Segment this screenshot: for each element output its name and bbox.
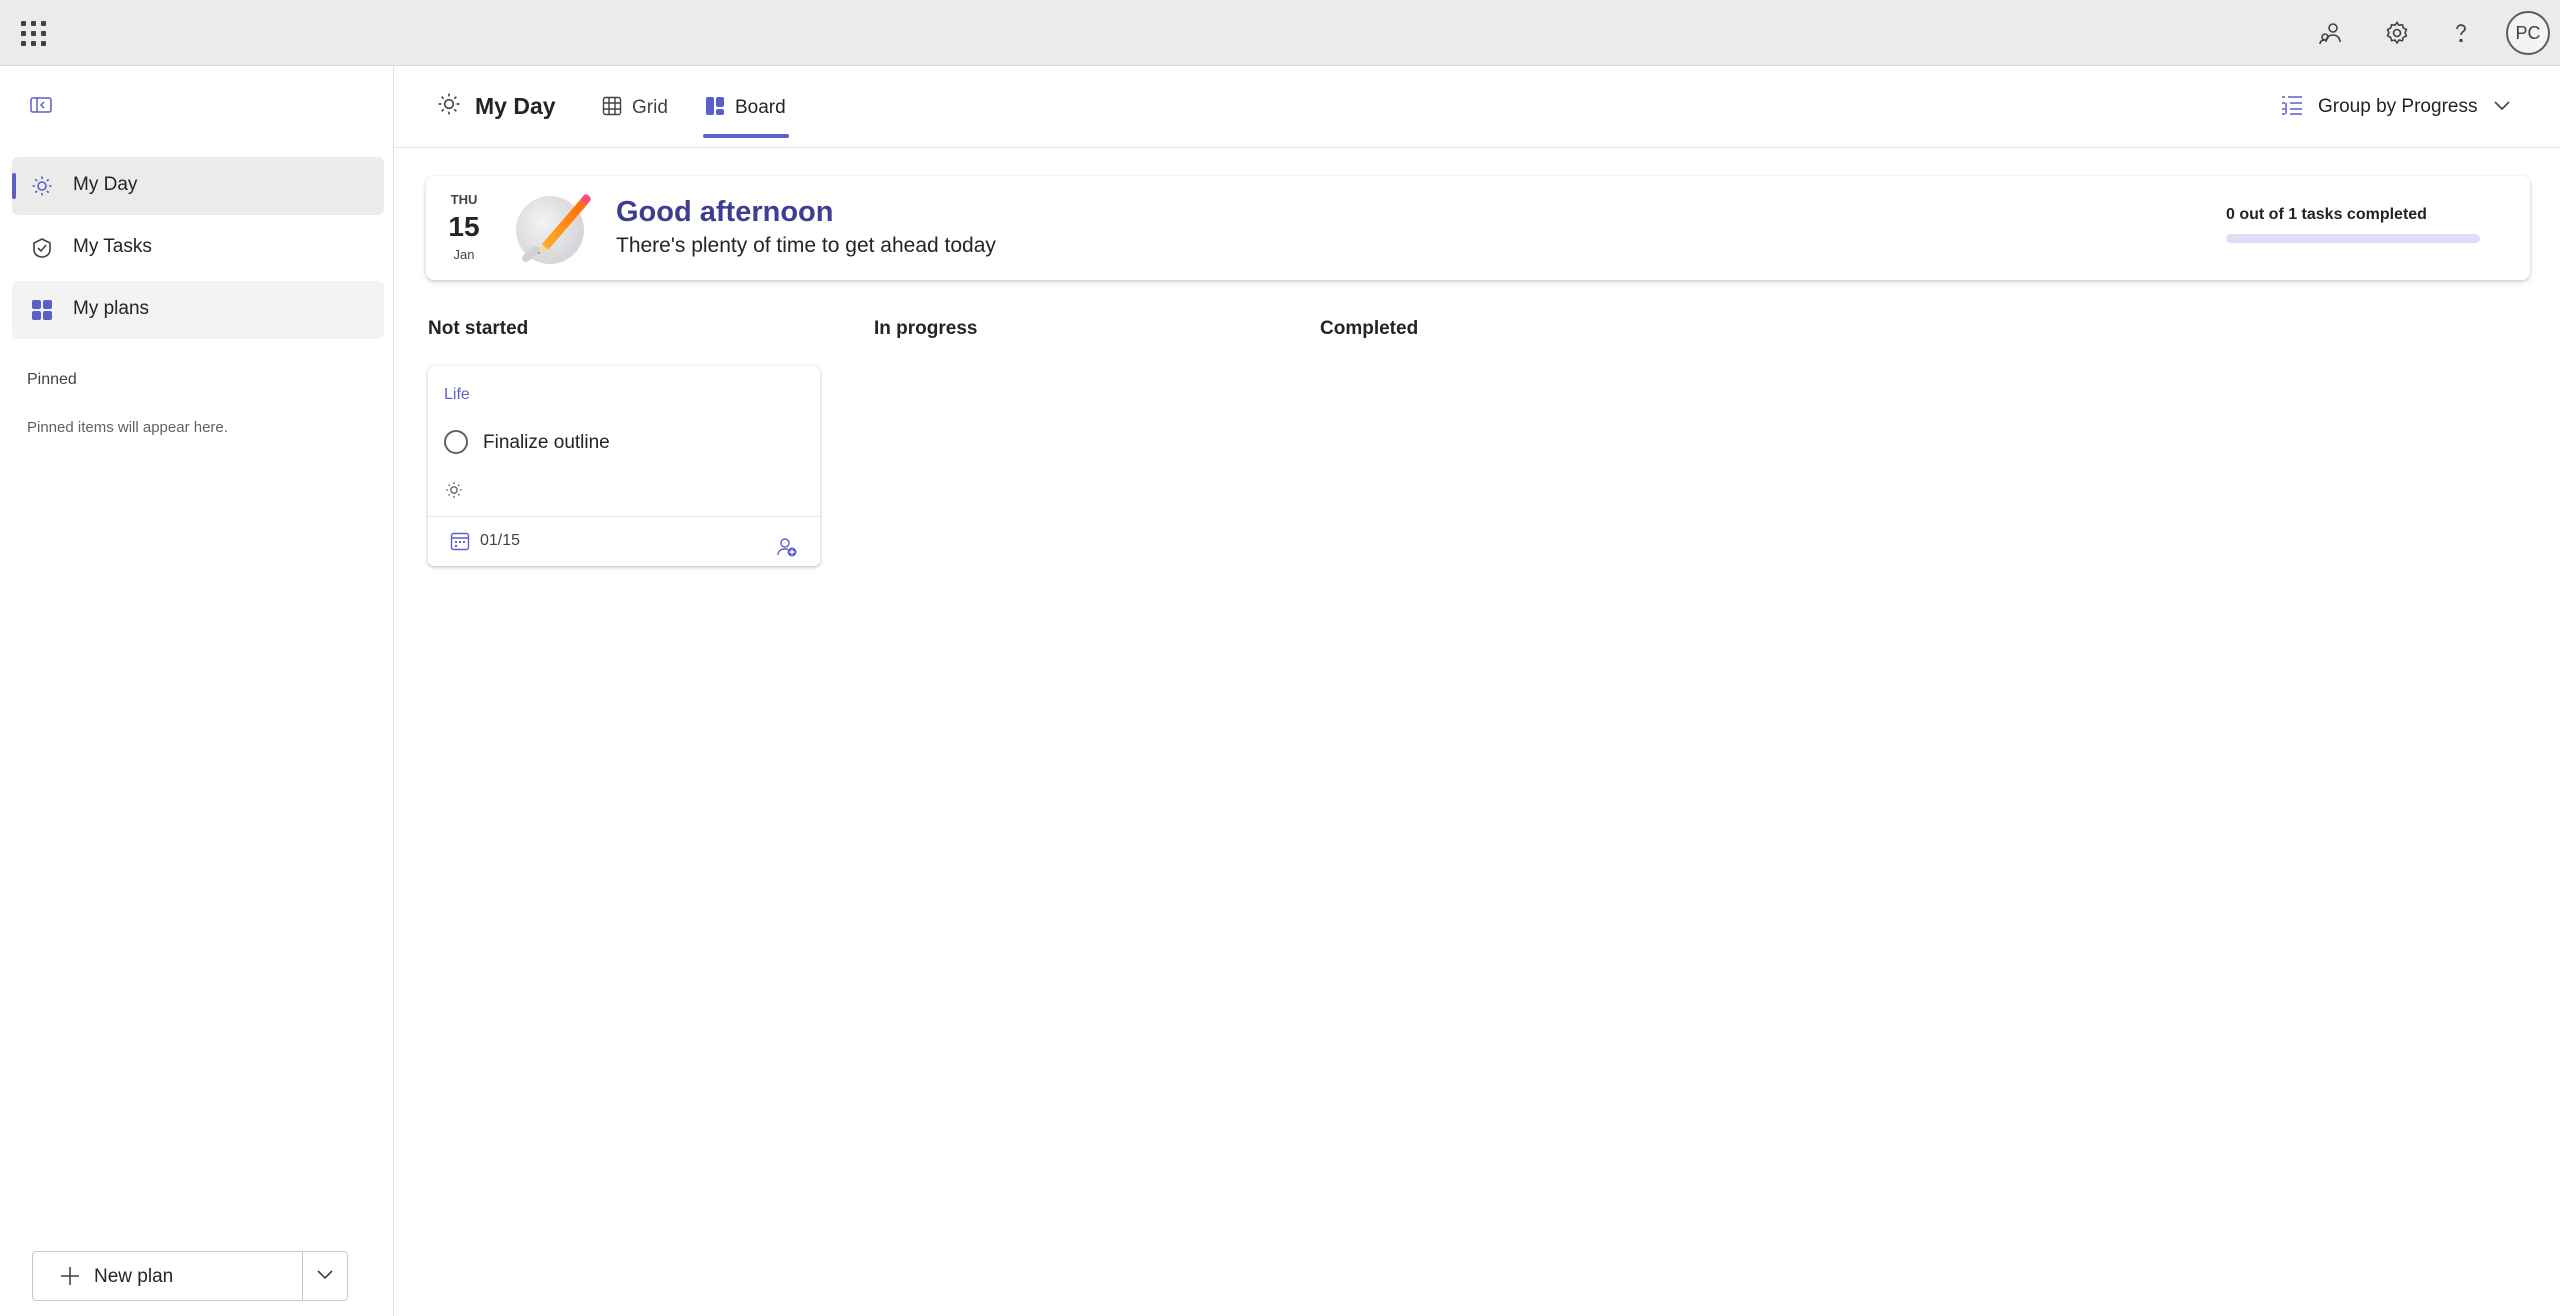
chevron-down-icon <box>2493 98 2511 116</box>
greeting-title: Good afternoon <box>616 196 834 228</box>
column-completed-title: Completed <box>1320 318 1419 339</box>
tab-label: Board <box>735 97 786 118</box>
card-divider <box>428 516 820 517</box>
sidebar: My Day My Tasks My plans Pinned Pinned i… <box>0 66 394 1316</box>
task-plan-label: Life <box>444 386 470 403</box>
task-due-date: 01/15 <box>480 532 521 549</box>
sidebar-item-label: My Day <box>73 174 138 195</box>
date-badge: THU 15 Jan <box>436 184 492 272</box>
sun-icon <box>444 480 464 500</box>
user-avatar[interactable]: PC <box>2506 11 2550 55</box>
group-by-label: Group by Progress <box>2318 96 2478 117</box>
task-title: Finalize outline <box>483 432 610 453</box>
settings-gear-icon[interactable] <box>2378 14 2416 52</box>
tab-board[interactable]: Board <box>705 88 786 128</box>
calendar-icon <box>450 531 470 551</box>
page-title-text: My Day <box>475 93 556 119</box>
sidebar-item-my-plans[interactable]: My plans <box>12 281 384 339</box>
pinned-section-title: Pinned <box>27 371 77 388</box>
board-icon <box>705 96 725 121</box>
list-group-icon <box>2280 94 2304 121</box>
tasks-progress-text: 0 out of 1 tasks completed <box>2226 206 2427 223</box>
page-header: My Day Grid Board Group by Progress <box>395 66 2560 148</box>
tab-grid[interactable]: Grid <box>602 88 668 128</box>
help-question-icon[interactable] <box>2442 14 2480 52</box>
share-people-icon[interactable] <box>2312 14 2350 52</box>
my-day-banner: THU 15 Jan Good afternoon There's plenty… <box>426 176 2530 280</box>
group-by-dropdown[interactable]: Group by Progress <box>2280 92 2511 122</box>
active-tab-indicator <box>703 134 789 138</box>
sidebar-item-my-tasks[interactable]: My Tasks <box>12 219 384 277</box>
collapse-sidebar-icon[interactable] <box>26 92 56 118</box>
date-day: 15 <box>448 211 480 242</box>
plus-icon <box>59 1265 81 1287</box>
app-launcher-icon[interactable] <box>18 18 48 48</box>
new-plan-dropdown-button[interactable] <box>303 1252 347 1300</box>
top-bar: PC <box>0 0 2560 66</box>
assign-person-icon[interactable] <box>776 536 798 558</box>
pinned-empty-message: Pinned items will appear here. <box>27 419 228 436</box>
page-title: My Day <box>437 92 556 121</box>
sun-icon <box>437 92 461 121</box>
grid-icon <box>602 96 622 121</box>
greeting-subtitle: There's plenty of time to get ahead toda… <box>616 234 996 257</box>
date-day-of-week: THU <box>450 192 478 207</box>
tasks-progress-bar <box>2226 234 2480 243</box>
tab-label: Grid <box>632 97 668 118</box>
sidebar-item-my-day[interactable]: My Day <box>12 157 384 215</box>
sun-icon <box>30 174 54 198</box>
plans-grid-icon <box>30 298 54 322</box>
sidebar-item-label: My Tasks <box>73 236 152 257</box>
new-plan-button[interactable]: New plan <box>33 1252 304 1300</box>
new-plan-split-button: New plan <box>32 1251 348 1301</box>
date-month: Jan <box>453 247 475 262</box>
task-card[interactable]: Life Finalize outline 01/15 <box>428 366 820 566</box>
new-plan-label: New plan <box>94 1266 174 1287</box>
column-not-started-title: Not started <box>428 318 529 339</box>
chevron-down-icon <box>316 1267 334 1285</box>
task-complete-checkbox[interactable] <box>444 430 468 454</box>
sidebar-item-label: My plans <box>73 298 150 319</box>
pencil-illustration-icon <box>512 186 596 270</box>
tasks-check-icon <box>30 236 54 260</box>
column-in-progress-title: In progress <box>874 318 978 339</box>
